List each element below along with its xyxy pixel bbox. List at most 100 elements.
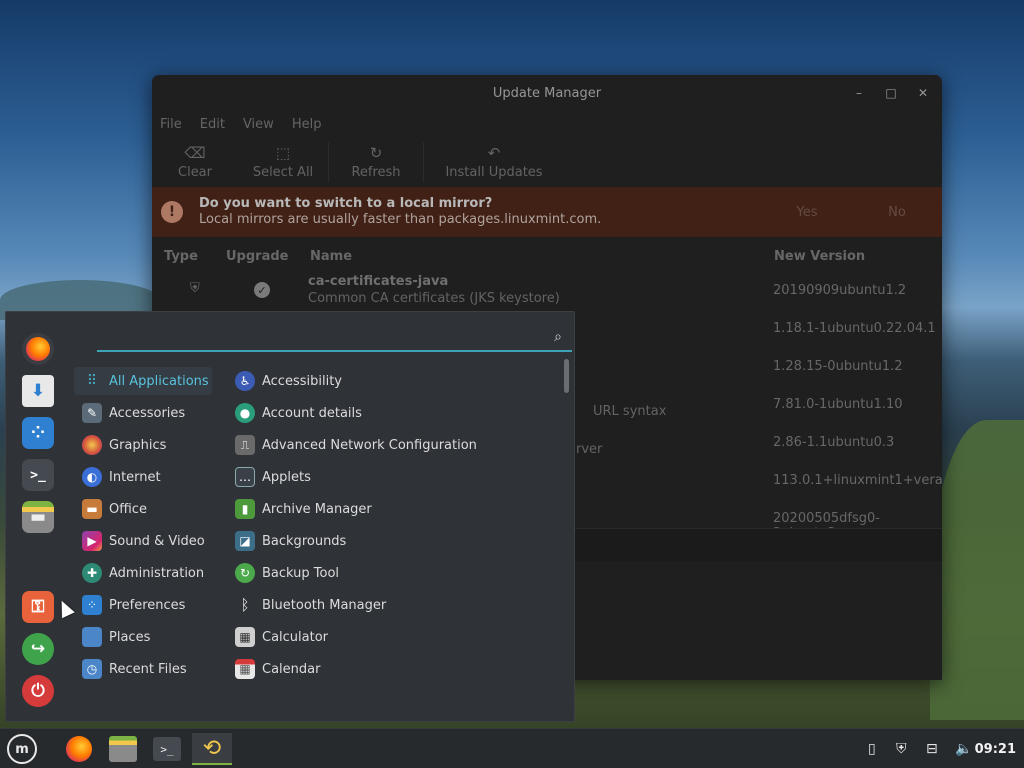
category-internet[interactable]: ◐ Internet [82,463,161,491]
terminal-launcher[interactable]: >_ [150,733,184,765]
office-icon: ▬ [82,499,102,519]
app-archive-manager[interactable]: ▮ Archive Manager [235,495,372,523]
applets-icon: … [235,467,255,487]
menu-view[interactable]: View [243,117,274,132]
app-backup-tool[interactable]: ↻ Backup Tool [235,559,339,587]
app-label: Account details [262,405,362,421]
category-accessories[interactable]: ✎ Accessories [82,399,185,427]
package-version: 113.0.1+linuxmint1+vera [773,473,942,488]
infobar-yes-button[interactable]: Yes [762,205,852,220]
terminal-icon[interactable]: >_ [22,459,54,491]
menu-help[interactable]: Help [292,117,322,132]
menu-button[interactable]: m [4,733,40,765]
minimize-button[interactable]: – [850,86,868,100]
infobar-no-button[interactable]: No [852,205,942,220]
category-graphics[interactable]: Graphics [82,431,166,459]
security-shield-icon: ⛨ [190,281,200,296]
archive-icon: ▮ [235,499,255,519]
column-type[interactable]: Type [164,249,198,264]
column-upgrade[interactable]: Upgrade [226,249,288,264]
firefox-icon [66,736,92,762]
update-manager-icon: ⟲ [202,735,222,761]
column-new-version[interactable]: New Version [774,249,865,264]
checked-icon[interactable]: ✓ [254,282,270,298]
clear-button[interactable]: ⌫ Clear [152,145,238,180]
favorites-bar: ⬇ ⁘ >_ ▬ ⚿ ↪ ⏻ [6,312,70,721]
select-all-button[interactable]: ⬚ Select All [238,145,328,180]
clear-icon: ⌫ [184,143,206,162]
mirror-infobar: ! Do you want to switch to a local mirro… [152,187,942,237]
category-label: Accessories [109,405,186,421]
volume-icon[interactable]: 🔈 [955,733,972,765]
recent-files-icon: ◷ [82,659,102,679]
search-icon: ⌕ [554,329,562,345]
calculator-icon: ▦ [235,627,255,647]
package-description: URL syntax [593,404,667,419]
category-label: Preferences [109,597,186,613]
app-applets[interactable]: … Applets [235,463,311,491]
lock-screen-icon[interactable]: ⚿ [22,591,54,623]
search-input[interactable]: ⌕ [97,328,572,352]
app-calendar[interactable]: ▦ Calendar [235,655,320,683]
preferences-icon: ⁘ [82,595,102,615]
app-bluetooth-manager[interactable]: ᛒ Bluetooth Manager [235,591,386,619]
folder-icon [82,627,102,647]
scrollbar[interactable] [564,359,569,393]
firefox-icon[interactable] [22,333,54,365]
files-launcher[interactable] [106,733,140,765]
install-label: Install Updates [445,164,543,180]
app-label: Backgrounds [262,533,347,549]
menu-file[interactable]: File [160,117,182,132]
sound-video-icon: ▶ [82,531,102,551]
category-label: Office [109,501,147,517]
package-description: Common CA certificates (JKS keystore) [308,291,560,306]
network-icon[interactable]: ⊟ [926,733,938,765]
app-advanced-network-configuration[interactable]: ⎍ Advanced Network Configuration [235,431,477,459]
logout-icon[interactable]: ↪ [22,633,54,665]
category-label: All Applications [109,373,209,389]
update-manager-task[interactable]: ⟲ [192,733,232,765]
category-office[interactable]: ▬ Office [82,495,147,523]
refresh-button[interactable]: ↻ Refresh [329,145,423,180]
app-label: Calculator [262,629,329,645]
package-version: 7.81.0-1ubuntu1.10 [773,397,903,412]
app-backgrounds[interactable]: ◪ Backgrounds [235,527,346,555]
title-bar[interactable]: Update Manager – □ ✕ [152,75,942,111]
app-calculator[interactable]: ▦ Calculator [235,623,328,651]
clipboard-icon[interactable]: ▯ [868,733,876,765]
infobar-title: Do you want to switch to a local mirror? [199,196,493,211]
app-account-details[interactable]: ● Account details [235,399,362,427]
clear-label: Clear [178,164,212,180]
infobar-text: Do you want to switch to a local mirror?… [199,196,762,228]
firefox-launcher[interactable] [62,733,96,765]
taskbar-panel: m >_ ⟲ ▯ ⛨ ⊟ 🔈 09:21 [0,728,1024,768]
accessibility-icon: ♿ [235,371,255,391]
category-label: Administration [109,565,205,581]
app-label: Accessibility [262,373,342,389]
install-updates-button[interactable]: ↶ Install Updates [424,145,564,180]
warning-icon: ! [161,201,183,223]
package-version: 1.28.15-0ubuntu1.2 [773,359,903,374]
category-sound-video[interactable]: ▶ Sound & Video [82,527,205,555]
package-version: 2.86-1.1ubuntu0.3 [773,435,895,450]
category-preferences[interactable]: ⁘ Preferences [82,591,185,619]
shield-icon[interactable]: ⛨ [896,733,907,765]
column-name[interactable]: Name [310,249,352,264]
app-label: Bluetooth Manager [262,597,387,613]
category-recent-files[interactable]: ◷ Recent Files [82,655,187,683]
files-icon[interactable]: ▬ [22,501,54,533]
app-accessibility[interactable]: ♿ Accessibility [235,367,342,395]
menu-edit[interactable]: Edit [200,117,225,132]
software-manager-icon[interactable]: ⬇ [22,375,54,407]
category-administration[interactable]: ✚ Administration [82,559,204,587]
select-all-icon: ⬚ [275,143,291,162]
shutdown-icon[interactable]: ⏻ [22,675,54,707]
category-label: Recent Files [109,661,187,677]
settings-icon[interactable]: ⁘ [22,417,54,449]
category-all-applications[interactable]: ⠿ All Applications [74,367,212,395]
category-places[interactable]: Places [82,623,150,651]
maximize-button[interactable]: □ [882,86,900,100]
clock[interactable]: 09:21 [975,729,1016,768]
table-row[interactable]: ⛨ ✓ ca-certificates-java Common CA certi… [152,273,942,311]
close-button[interactable]: ✕ [914,86,932,100]
